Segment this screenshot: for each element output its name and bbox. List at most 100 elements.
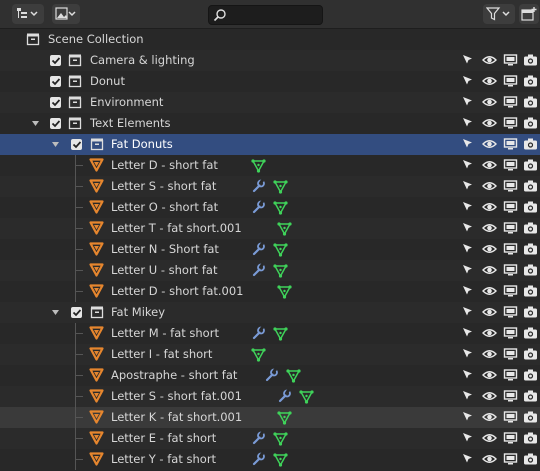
mesh-data-icon[interactable] [273, 432, 288, 446]
mesh-data-icon[interactable] [251, 159, 266, 173]
outliner-object-row[interactable]: Letter D - short fat [0, 155, 540, 176]
mesh-data-icon[interactable] [273, 201, 288, 215]
outliner-object-row[interactable]: Letter Y - fat short [0, 449, 540, 470]
mesh-data-icon[interactable] [273, 453, 288, 467]
select-arrow-icon[interactable] [461, 179, 476, 194]
monitor-viewport-icon[interactable] [503, 74, 518, 89]
select-arrow-icon[interactable] [461, 116, 476, 131]
camera-render-icon[interactable] [523, 116, 538, 131]
camera-render-icon[interactable] [523, 368, 538, 383]
outliner-object-row[interactable]: Letter O - short fat [0, 197, 540, 218]
eye-visibility-icon[interactable] [482, 368, 497, 383]
monitor-viewport-icon[interactable] [503, 179, 518, 194]
monitor-viewport-icon[interactable] [503, 431, 518, 446]
camera-render-icon[interactable] [523, 452, 538, 467]
outliner-collection-row[interactable]: Donut [0, 71, 540, 92]
wrench-modifier-icon[interactable] [264, 368, 279, 382]
mesh-data-icon[interactable] [273, 180, 288, 194]
mesh-data-icon[interactable] [273, 327, 288, 341]
exclude-checkbox[interactable] [50, 97, 61, 108]
eye-visibility-icon[interactable] [482, 221, 497, 236]
select-arrow-icon[interactable] [461, 326, 476, 341]
monitor-viewport-icon[interactable] [503, 305, 518, 320]
eye-visibility-icon[interactable] [482, 347, 497, 362]
display-mode-dropdown[interactable] [12, 4, 44, 24]
camera-render-icon[interactable] [523, 53, 538, 68]
select-arrow-icon[interactable] [461, 242, 476, 257]
eye-visibility-icon[interactable] [482, 200, 497, 215]
mesh-data-icon[interactable] [286, 369, 301, 383]
monitor-viewport-icon[interactable] [503, 95, 518, 110]
outliner-collection-row[interactable]: Text Elements [0, 113, 540, 134]
eye-visibility-icon[interactable] [482, 116, 497, 131]
outliner-object-row[interactable]: Apostraphe - short fat [0, 365, 540, 386]
mesh-data-icon[interactable] [299, 390, 314, 404]
filter-dropdown[interactable] [483, 4, 515, 24]
mesh-data-icon[interactable] [273, 264, 288, 278]
monitor-viewport-icon[interactable] [503, 53, 518, 68]
camera-render-icon[interactable] [523, 137, 538, 152]
eye-visibility-icon[interactable] [482, 389, 497, 404]
select-arrow-icon[interactable] [461, 53, 476, 68]
monitor-viewport-icon[interactable] [503, 389, 518, 404]
camera-render-icon[interactable] [523, 347, 538, 362]
scene-collection-row[interactable]: Scene Collection [0, 29, 540, 50]
mesh-data-icon[interactable] [277, 411, 292, 425]
exclude-checkbox[interactable] [50, 76, 61, 87]
search-field[interactable] [208, 5, 323, 25]
wrench-modifier-icon[interactable] [251, 263, 265, 277]
select-arrow-icon[interactable] [461, 431, 476, 446]
outliner-collection-row[interactable]: Fat Mikey [0, 302, 540, 323]
expand-arrow-icon[interactable] [51, 141, 60, 149]
outliner-object-row[interactable]: Letter S - short fat [0, 176, 540, 197]
eye-visibility-icon[interactable] [482, 74, 497, 89]
select-arrow-icon[interactable] [461, 389, 476, 404]
expand-arrow-icon[interactable] [31, 120, 40, 128]
new-collection-button[interactable] [519, 4, 539, 24]
mesh-data-icon[interactable] [277, 285, 292, 299]
outliner-collection-row[interactable]: Fat Donuts [0, 134, 540, 155]
mesh-data-icon[interactable] [251, 348, 266, 362]
eye-visibility-icon[interactable] [482, 158, 497, 173]
eye-visibility-icon[interactable] [482, 179, 497, 194]
eye-visibility-icon[interactable] [482, 95, 497, 110]
outliner-object-row[interactable]: Letter E - fat short [0, 428, 540, 449]
outliner-object-row[interactable]: Letter S - short fat.001 [0, 386, 540, 407]
exclude-checkbox[interactable] [50, 55, 61, 66]
exclude-checkbox[interactable] [50, 118, 61, 129]
eye-visibility-icon[interactable] [482, 431, 497, 446]
select-arrow-icon[interactable] [461, 284, 476, 299]
eye-visibility-icon[interactable] [482, 53, 497, 68]
wrench-modifier-icon[interactable] [251, 452, 265, 466]
camera-render-icon[interactable] [523, 389, 538, 404]
monitor-viewport-icon[interactable] [503, 200, 518, 215]
monitor-viewport-icon[interactable] [503, 347, 518, 362]
select-arrow-icon[interactable] [461, 95, 476, 110]
camera-render-icon[interactable] [523, 284, 538, 299]
exclude-checkbox[interactable] [71, 307, 82, 318]
wrench-modifier-icon[interactable] [277, 389, 292, 403]
camera-render-icon[interactable] [523, 305, 538, 320]
select-arrow-icon[interactable] [461, 368, 476, 383]
camera-render-icon[interactable] [523, 95, 538, 110]
eye-visibility-icon[interactable] [482, 263, 497, 278]
monitor-viewport-icon[interactable] [503, 284, 518, 299]
eye-visibility-icon[interactable] [482, 137, 497, 152]
select-arrow-icon[interactable] [461, 347, 476, 362]
outliner-collection-row[interactable]: Camera & lighting [0, 50, 540, 71]
select-arrow-icon[interactable] [461, 137, 476, 152]
outliner-object-row[interactable]: Letter U - short fat [0, 260, 540, 281]
select-arrow-icon[interactable] [461, 452, 476, 467]
exclude-checkbox[interactable] [71, 139, 82, 150]
wrench-modifier-icon[interactable] [251, 326, 265, 340]
select-arrow-icon[interactable] [461, 263, 476, 278]
camera-render-icon[interactable] [523, 410, 538, 425]
wrench-modifier-icon[interactable] [251, 179, 265, 193]
monitor-viewport-icon[interactable] [503, 242, 518, 257]
wrench-modifier-icon[interactable] [251, 242, 265, 256]
camera-render-icon[interactable] [523, 179, 538, 194]
eye-visibility-icon[interactable] [482, 410, 497, 425]
monitor-viewport-icon[interactable] [503, 137, 518, 152]
outliner-object-row[interactable]: Letter I - fat short [0, 344, 540, 365]
mesh-data-icon[interactable] [277, 222, 292, 236]
